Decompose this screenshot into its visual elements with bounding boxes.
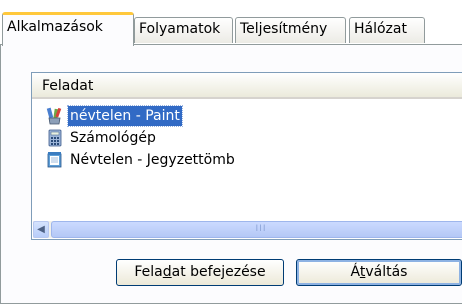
tab-label: Alkalmazások <box>7 19 103 35</box>
scroll-thumb[interactable]: III <box>51 221 462 238</box>
switch-to-label: Átváltás <box>350 264 408 280</box>
tab-strip: Alkalmazások Folyamatok Teljesítmény Hál… <box>0 0 462 46</box>
tab-networking[interactable]: Hálózat <box>349 17 425 43</box>
switch-to-button[interactable]: Átváltás <box>296 259 462 286</box>
task-label: Névtelen - Jegyzettömb <box>70 152 235 168</box>
scroll-grip: III <box>255 224 267 234</box>
scroll-left-button[interactable]: ◀ <box>33 221 49 238</box>
tab-label: Hálózat <box>354 21 407 37</box>
notepad-icon <box>46 151 64 169</box>
calculator-icon <box>46 129 64 147</box>
tab-processes[interactable]: Folyamatok <box>134 17 233 43</box>
column-header-task[interactable]: Feladat <box>32 73 462 99</box>
paint-icon <box>46 107 64 125</box>
task-row-calculator[interactable]: Számológép <box>46 127 158 149</box>
tab-label: Teljesítmény <box>240 21 328 37</box>
task-label: névtelen - Paint <box>67 105 183 127</box>
column-header-label: Feladat <box>42 78 94 94</box>
tab-performance[interactable]: Teljesítmény <box>235 17 346 43</box>
end-task-button[interactable]: Feladat befejezése <box>116 259 284 286</box>
task-row-notepad[interactable]: Névtelen - Jegyzettömb <box>46 149 237 171</box>
horizontal-scrollbar[interactable]: ◀ III <box>33 221 462 238</box>
tab-applications[interactable]: Alkalmazások <box>2 12 134 46</box>
end-task-label: Feladat befejezése <box>134 264 266 280</box>
task-label: Számológép <box>70 130 156 146</box>
task-row-paint[interactable]: névtelen - Paint <box>46 105 183 127</box>
tab-label: Folyamatok <box>139 21 221 37</box>
task-list[interactable]: Feladat névtelen - Paint Számológép Névt… <box>31 72 462 240</box>
